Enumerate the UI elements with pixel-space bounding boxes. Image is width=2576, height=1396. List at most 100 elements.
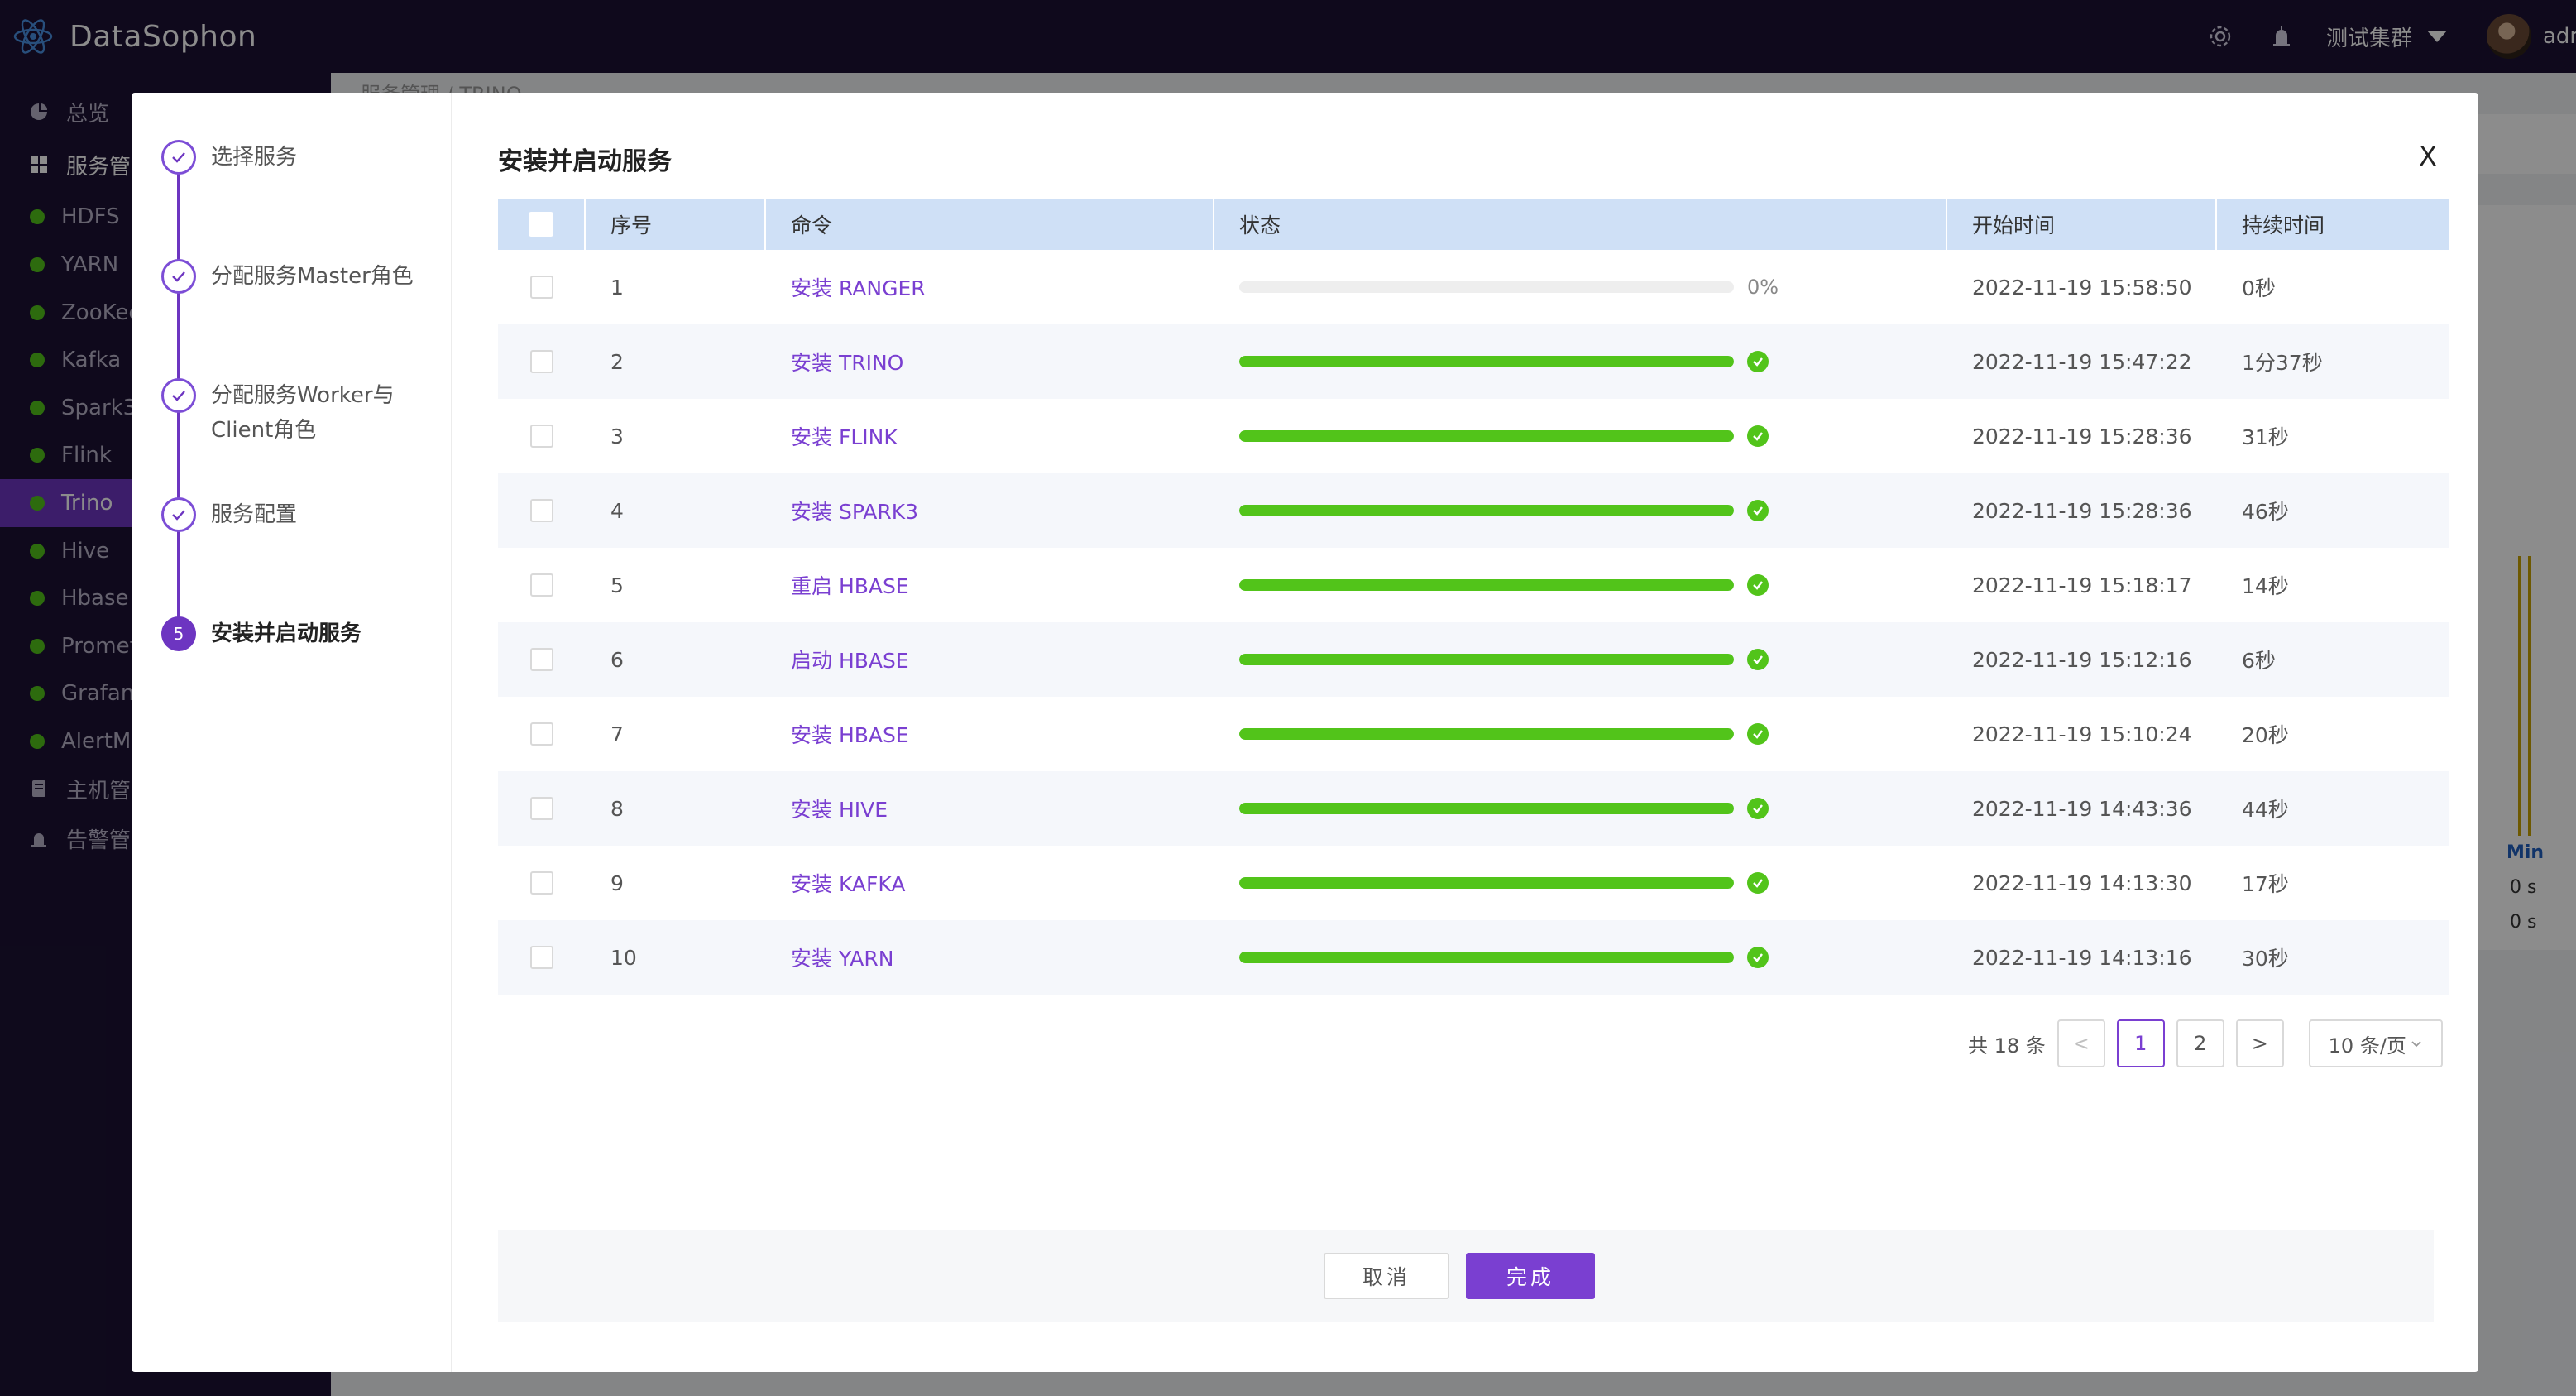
command-link[interactable]: 安装 HIVE — [791, 798, 888, 822]
row-check-cell — [498, 573, 586, 597]
row-index: 2 — [610, 349, 624, 374]
finish-button[interactable]: 完成 — [1466, 1253, 1595, 1299]
row-check-cell — [498, 350, 586, 373]
row-start-time: 2022-11-19 15:18:17 — [1972, 573, 2192, 597]
row-status — [1214, 798, 1947, 819]
command-link[interactable]: 安装 SPARK3 — [791, 500, 918, 524]
step-label-assign-worker: 分配服务Worker与Client角色 — [211, 383, 395, 443]
pagination-total: 共 18 条 — [1968, 1034, 2046, 1058]
success-check-icon — [1747, 723, 1769, 745]
command-link[interactable]: 安装 KAFKA — [791, 872, 905, 896]
command-link[interactable]: 安装 YARN — [791, 947, 893, 971]
progress-bar — [1239, 728, 1734, 740]
progress-bar — [1239, 356, 1734, 367]
row-status — [1214, 947, 1947, 968]
row-start-time: 2022-11-19 15:28:36 — [1972, 498, 2192, 523]
row-duration: 0秒 — [2242, 276, 2276, 300]
row-start-time: 2022-11-19 15:47:22 — [1972, 349, 2192, 374]
progress-bar — [1239, 654, 1734, 665]
step-done-check-icon — [161, 497, 196, 532]
row-index: 1 — [610, 275, 624, 300]
row-start-time: 2022-11-19 15:12:16 — [1972, 647, 2192, 672]
step-label-select-service: 选择服务 — [211, 145, 298, 170]
row-checkbox[interactable] — [530, 871, 553, 895]
success-check-icon — [1747, 798, 1769, 819]
progress-fill — [1239, 654, 1734, 665]
header-command: 命令 — [766, 199, 1214, 250]
row-command-cell: 安装 KAFKA — [766, 868, 1214, 898]
row-checkbox[interactable] — [530, 350, 553, 373]
row-command-cell: 安装 HBASE — [766, 719, 1214, 749]
header-duration: 持续时间 — [2242, 213, 2325, 237]
select-all-cell — [498, 199, 586, 250]
page-size-select[interactable]: 10 条/页 — [2308, 1019, 2443, 1067]
row-status: 0% — [1214, 276, 1947, 299]
progress-fill — [1239, 356, 1734, 367]
row-command-cell: 安装 RANGER — [766, 272, 1214, 302]
chevron-down-icon — [2411, 1041, 2421, 1048]
row-duration: 14秒 — [2242, 574, 2289, 598]
progress-fill — [1239, 952, 1734, 963]
row-status — [1214, 351, 1947, 372]
progress — [1239, 723, 1947, 745]
step-current-number: 5 — [161, 616, 196, 651]
row-start-time: 2022-11-19 14:13:16 — [1972, 945, 2192, 970]
page-button-2[interactable]: 2 — [2176, 1019, 2224, 1067]
table-row: 1 安装 RANGER 0% 2022-11-19 15:58:50 0秒 — [498, 250, 2449, 324]
table-row: 7 安装 HBASE 2022-11-19 15:10:24 20秒 — [498, 697, 2449, 771]
row-duration: 1分37秒 — [2242, 351, 2323, 375]
row-command-cell: 重启 HBASE — [766, 570, 1214, 600]
row-command-cell: 安装 TRINO — [766, 347, 1214, 377]
command-table: 序号 命令 状态 开始时间 持续时间 1 安装 RANGER 0% 2022-11-1… — [498, 199, 2449, 995]
next-page-button[interactable]: > — [2235, 1019, 2284, 1067]
row-checkbox[interactable] — [530, 797, 553, 820]
command-link[interactable]: 安装 HBASE — [791, 723, 909, 747]
row-checkbox[interactable] — [530, 946, 553, 969]
page-button-1[interactable]: 1 — [2116, 1019, 2165, 1067]
prev-page-button[interactable]: < — [2056, 1019, 2105, 1067]
progress — [1239, 351, 1947, 372]
row-checkbox[interactable] — [530, 573, 553, 597]
row-status — [1214, 500, 1947, 521]
progress-fill — [1239, 579, 1734, 591]
row-index: 5 — [610, 573, 624, 597]
row-command-cell: 安装 YARN — [766, 943, 1214, 972]
progress-fill — [1239, 430, 1734, 442]
progress-fill — [1239, 803, 1734, 814]
row-checkbox[interactable] — [530, 499, 553, 522]
command-link[interactable]: 安装 RANGER — [791, 276, 926, 300]
row-command-cell: 安装 SPARK3 — [766, 496, 1214, 525]
row-index: 3 — [610, 424, 624, 449]
progress — [1239, 649, 1947, 670]
table-row: 9 安装 KAFKA 2022-11-19 14:13:30 17秒 — [498, 846, 2449, 920]
row-index: 8 — [610, 796, 624, 821]
progress-bar — [1239, 877, 1734, 889]
command-link[interactable]: 安装 FLINK — [791, 425, 898, 449]
row-check-cell — [498, 276, 586, 299]
progress-bar — [1239, 952, 1734, 963]
success-check-icon — [1747, 872, 1769, 894]
header-status: 状态 — [1214, 199, 1947, 250]
row-command-cell: 安装 HIVE — [766, 794, 1214, 823]
row-checkbox[interactable] — [530, 276, 553, 299]
progress — [1239, 947, 1947, 968]
header-start-time: 开始时间 — [1947, 199, 2217, 250]
row-checkbox[interactable] — [530, 425, 553, 448]
row-index: 6 — [610, 647, 624, 672]
progress-bar — [1239, 430, 1734, 442]
row-start-time: 2022-11-19 15:10:24 — [1972, 722, 2192, 746]
row-check-cell — [498, 425, 586, 448]
command-link[interactable]: 重启 HBASE — [791, 574, 909, 598]
progress-fill — [1239, 505, 1734, 516]
select-all-checkbox[interactable] — [529, 212, 553, 237]
row-checkbox[interactable] — [530, 648, 553, 671]
command-link[interactable]: 安装 TRINO — [791, 351, 903, 375]
command-link[interactable]: 启动 HBASE — [791, 649, 909, 673]
row-check-cell — [498, 946, 586, 969]
progress — [1239, 574, 1947, 596]
progress-bar — [1239, 281, 1734, 293]
close-button[interactable]: X — [2419, 141, 2437, 172]
cancel-button[interactable]: 取消 — [1324, 1253, 1449, 1299]
row-checkbox[interactable] — [530, 722, 553, 746]
table-row: 8 安装 HIVE 2022-11-19 14:43:36 44秒 — [498, 771, 2449, 846]
